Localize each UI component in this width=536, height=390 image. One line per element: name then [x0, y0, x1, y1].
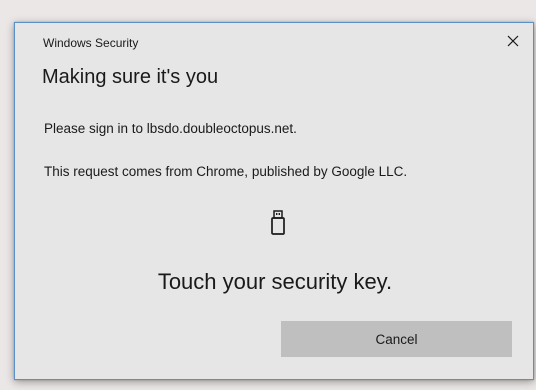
dialog-heading: Making sure it's you — [42, 66, 219, 88]
sign-in-message: Please sign in to lbsdo.doubleoctopus.ne… — [44, 121, 297, 136]
cancel-button[interactable]: Cancel — [281, 321, 512, 357]
touch-key-instruction: Touch your security key. — [157, 269, 393, 294]
close-button[interactable] — [501, 29, 525, 53]
close-icon — [507, 35, 519, 47]
dialog-title: Windows Security — [43, 36, 139, 50]
request-source-message: This request comes from Chrome, publishe… — [44, 164, 408, 179]
usb-security-key-icon — [271, 210, 285, 235]
windows-security-dialog: Windows Security Making sure it's you Pl… — [14, 22, 534, 380]
